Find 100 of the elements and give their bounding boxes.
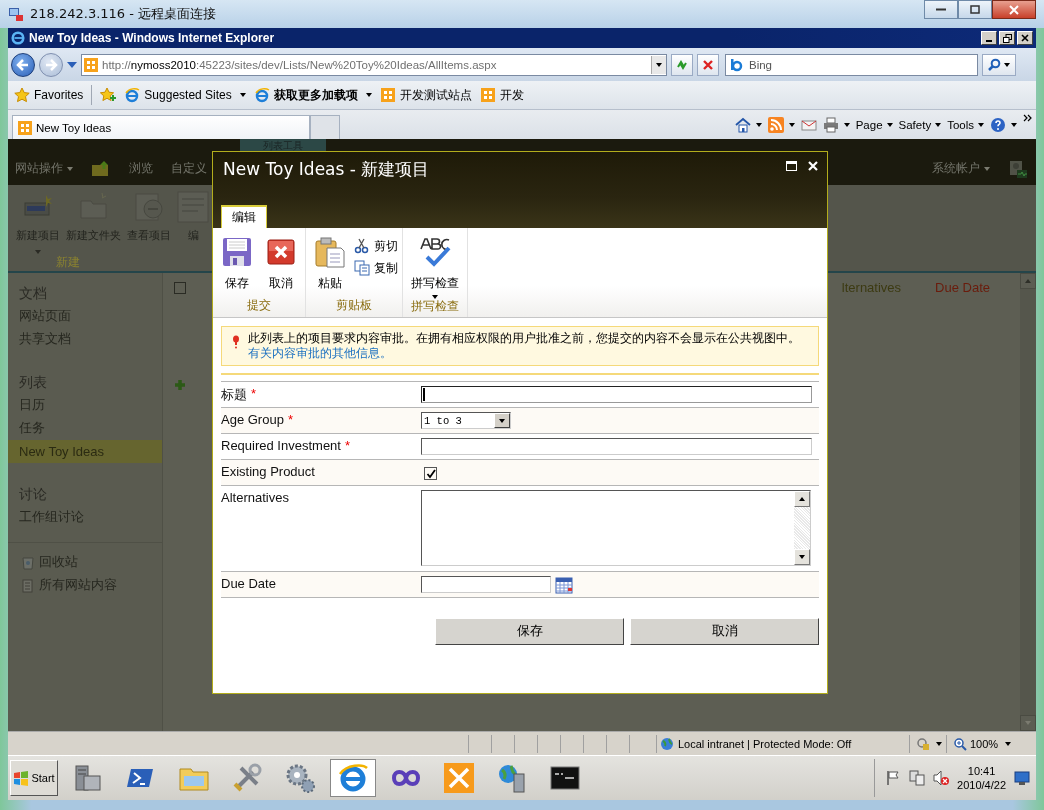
ribbon-tab[interactable]: 浏览 bbox=[129, 160, 153, 177]
windows-logo bbox=[13, 770, 30, 786]
back-button[interactable] bbox=[11, 52, 35, 77]
stop-button[interactable] bbox=[697, 53, 719, 76]
refresh-button[interactable] bbox=[671, 53, 693, 76]
scrollbar[interactable] bbox=[1020, 273, 1036, 731]
zoom-button[interactable]: 100% bbox=[946, 734, 1030, 753]
restore-icon bbox=[1002, 33, 1012, 43]
ribbon-button[interactable]: 粘贴 bbox=[310, 236, 350, 298]
site-icon bbox=[479, 87, 496, 103]
folder-up-icon[interactable] bbox=[91, 158, 111, 179]
dialog-title: New Toy Ideas - 新建项目 bbox=[223, 158, 431, 181]
favorites-link[interactable]: 开发 bbox=[479, 86, 524, 104]
globe-icon bbox=[660, 736, 674, 751]
favorites-link[interactable]: 开发测试站点 bbox=[379, 86, 472, 104]
feeds-button[interactable] bbox=[767, 117, 795, 133]
spellcheck-icon bbox=[419, 236, 451, 268]
field-label: Age Group bbox=[221, 412, 284, 427]
calendar-icon[interactable] bbox=[555, 576, 573, 594]
favorites-link[interactable]: Suggested Sites bbox=[124, 87, 246, 103]
select-all-checkbox[interactable] bbox=[174, 281, 186, 294]
info-link[interactable]: 有关内容审批的其他信息。 bbox=[248, 347, 392, 359]
required-mark: * bbox=[251, 386, 257, 401]
site-actions-menu[interactable]: 网站操作 bbox=[15, 160, 73, 177]
browser-icon bbox=[11, 31, 25, 45]
search-button[interactable] bbox=[982, 53, 1016, 76]
flag-icon[interactable] bbox=[885, 770, 902, 786]
user-status-icon bbox=[1008, 158, 1028, 179]
dropdown-button[interactable] bbox=[651, 55, 666, 74]
envelope-icon bbox=[800, 117, 817, 133]
checkbox[interactable] bbox=[424, 467, 437, 480]
ribbon-button[interactable]: 拼写检查 bbox=[407, 236, 463, 299]
favorites-link[interactable]: 获取更多加载项 bbox=[253, 86, 372, 104]
form-button[interactable]: 取消 bbox=[630, 618, 819, 645]
add-favorite-icon[interactable] bbox=[100, 87, 117, 103]
address-field[interactable]: http://nymoss2010:45223/sites/dev/Lists/New%20Toy%20Ideas/AllItems.aspx bbox=[81, 53, 667, 76]
browser-icon bbox=[124, 87, 141, 103]
field-label: Due Date bbox=[221, 576, 276, 591]
text-field[interactable] bbox=[421, 438, 812, 455]
field-label: Required Investment bbox=[221, 438, 341, 453]
recycle-bin-icon bbox=[21, 555, 35, 570]
search-provider-icon bbox=[729, 57, 743, 72]
print-button[interactable] bbox=[822, 117, 850, 133]
ribbon-tab[interactable]: 编辑 bbox=[221, 205, 267, 228]
ribbon-tab[interactable]: 自定义 bbox=[171, 160, 207, 177]
command-menu[interactable]: Safety bbox=[898, 119, 942, 131]
copy-icon bbox=[354, 260, 370, 276]
gears-icon bbox=[284, 762, 316, 794]
close-button[interactable] bbox=[992, 0, 1036, 19]
magnifier-icon bbox=[953, 736, 967, 751]
site-icon bbox=[379, 87, 396, 103]
start-button[interactable]: Start bbox=[10, 760, 58, 796]
clipboard-icon bbox=[314, 236, 346, 268]
chevron-icon[interactable] bbox=[1023, 114, 1032, 122]
minimize-icon bbox=[936, 8, 946, 11]
network-icon[interactable] bbox=[909, 770, 926, 786]
close-icon bbox=[808, 161, 818, 171]
maximize-icon bbox=[785, 161, 797, 171]
clock[interactable]: 10:41 2010/4/22 bbox=[957, 764, 1006, 792]
browser-tab[interactable]: New Toy Ideas bbox=[12, 115, 310, 139]
text-field[interactable] bbox=[421, 386, 812, 403]
help-button[interactable] bbox=[990, 117, 1017, 133]
ribbon-button[interactable]: 保存 bbox=[217, 236, 257, 298]
security-zone-text: Local intranet | Protected Mode: Off bbox=[678, 737, 852, 750]
help-icon bbox=[990, 117, 1006, 133]
ribbon-button[interactable]: 取消 bbox=[261, 236, 301, 298]
tools-icon bbox=[231, 762, 263, 794]
protected-mode-button[interactable] bbox=[909, 734, 942, 753]
show-desktop-icon[interactable] bbox=[1014, 770, 1030, 786]
ribbon-button[interactable]: 复制 bbox=[354, 260, 398, 276]
field-label: Alternatives bbox=[221, 490, 289, 505]
restore-button[interactable] bbox=[999, 31, 1015, 45]
stop-icon bbox=[702, 58, 714, 71]
ribbon-group-label: 提交 bbox=[247, 298, 271, 313]
right-arrow-icon bbox=[44, 57, 58, 72]
window-title: 218.242.3.116 - 远程桌面连接 bbox=[30, 5, 217, 23]
form-button[interactable]: 保存 bbox=[435, 618, 624, 645]
command-menu[interactable]: Tools bbox=[947, 119, 984, 131]
globe-server-icon bbox=[496, 762, 528, 794]
site-icon bbox=[18, 120, 32, 135]
required-mark: * bbox=[287, 412, 293, 427]
mail-button[interactable] bbox=[800, 117, 817, 133]
user-menu[interactable]: 系统帐户 bbox=[932, 160, 990, 177]
muted-speaker-icon[interactable] bbox=[933, 770, 950, 786]
browser-icon bbox=[337, 762, 369, 794]
site-icon bbox=[84, 57, 98, 72]
search-icon bbox=[988, 58, 1001, 71]
command-menu[interactable]: Page bbox=[855, 119, 893, 131]
favorites-button[interactable]: Favorites bbox=[14, 87, 84, 103]
dropdown[interactable]: 1 to 3 bbox=[421, 412, 511, 429]
left-arrow-icon bbox=[16, 57, 30, 72]
ribbon-button[interactable]: 剪切 bbox=[354, 238, 398, 254]
search-field[interactable]: Bing bbox=[725, 53, 978, 76]
window-title: New Toy Ideas - Windows Internet Explorer bbox=[29, 31, 275, 45]
server-manager-icon bbox=[72, 762, 104, 794]
close-icon bbox=[1021, 34, 1029, 42]
home-button[interactable] bbox=[734, 117, 762, 133]
printer-icon bbox=[822, 117, 839, 133]
date-field[interactable] bbox=[421, 576, 551, 593]
alert-icon bbox=[232, 335, 240, 349]
